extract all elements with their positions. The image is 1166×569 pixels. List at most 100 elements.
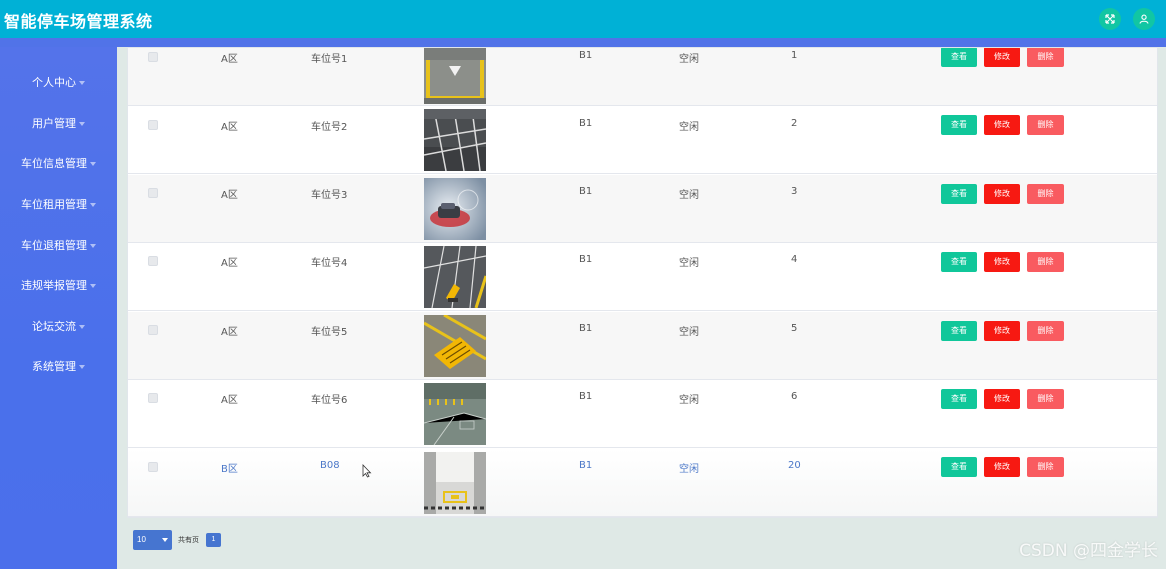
- row-checkbox[interactable]: [148, 325, 158, 335]
- status-cell: 空闲: [679, 258, 699, 269]
- spot-cell: 车位号6: [311, 395, 348, 406]
- edit-button[interactable]: 修改: [984, 184, 1020, 204]
- row-checkbox[interactable]: [148, 120, 158, 130]
- edit-button[interactable]: 修改: [984, 115, 1020, 135]
- chevron-down-icon: [90, 162, 96, 166]
- view-button[interactable]: 查看: [941, 252, 977, 272]
- area-cell: A区: [221, 258, 238, 269]
- row-checkbox[interactable]: [148, 188, 158, 198]
- table-row: A区 车位号1 B1 空闲 1 查看 修改 删除: [128, 48, 1157, 106]
- edit-button[interactable]: 修改: [984, 389, 1020, 409]
- row-checkbox[interactable]: [148, 256, 158, 266]
- sidebar: 个人中心 用户管理 车位信息管理 车位租用管理 车位退租管理 违规举报管理 论坛…: [0, 47, 117, 569]
- chevron-down-icon: [90, 244, 96, 248]
- status-cell: 空闲: [679, 190, 699, 201]
- floor-cell: B1: [579, 254, 593, 265]
- watermark: CSDN @四金学长: [1019, 541, 1158, 561]
- sidebar-item-spot-return[interactable]: 车位退租管理: [0, 237, 117, 253]
- page-number-current[interactable]: 1: [206, 533, 221, 547]
- sidebar-item-user-management[interactable]: 用户管理: [0, 115, 117, 131]
- number-cell: 6: [791, 391, 798, 402]
- number-cell: 5: [791, 323, 798, 334]
- view-button[interactable]: 查看: [941, 321, 977, 341]
- spot-image: [424, 109, 486, 171]
- edit-button[interactable]: 修改: [984, 48, 1020, 67]
- number-cell: 3: [791, 186, 798, 197]
- header-accent-line: [0, 38, 1166, 47]
- table-row: A区 车位号6 B1 空闲 6 查看 修改 删除: [128, 380, 1157, 448]
- delete-button[interactable]: 删除: [1027, 252, 1064, 272]
- spot-cell: 车位号3: [311, 190, 348, 201]
- chevron-down-icon: [90, 203, 96, 207]
- delete-button[interactable]: 删除: [1027, 184, 1064, 204]
- number-cell: 1: [791, 50, 798, 61]
- delete-button[interactable]: 删除: [1027, 48, 1064, 67]
- area-cell: A区: [221, 122, 238, 133]
- table-row: A区 车位号3 B1 空闲 3 查看 修改 删除: [128, 175, 1157, 243]
- table-row: B区 B08 B1 空闲 20 查看 修改 删除: [128, 449, 1157, 517]
- sidebar-item-label: 违规举报管理: [21, 279, 87, 292]
- sidebar-item-system[interactable]: 系统管理: [0, 358, 117, 374]
- chevron-down-icon: [162, 538, 168, 542]
- delete-button[interactable]: 删除: [1027, 389, 1064, 409]
- sidebar-item-personal-center[interactable]: 个人中心: [0, 74, 117, 90]
- spot-image: [424, 383, 486, 445]
- area-cell: A区: [221, 54, 238, 65]
- spot-cell: 车位号1: [311, 54, 348, 65]
- delete-button[interactable]: 删除: [1027, 457, 1064, 477]
- page-size-select[interactable]: 10: [133, 530, 172, 550]
- sidebar-item-label: 车位信息管理: [21, 157, 87, 170]
- sidebar-item-label: 个人中心: [32, 76, 76, 89]
- chevron-down-icon: [79, 325, 85, 329]
- area-cell: A区: [221, 190, 238, 201]
- edit-button[interactable]: 修改: [984, 252, 1020, 272]
- view-button[interactable]: 查看: [941, 48, 977, 67]
- data-table: A区 车位号1 B1 空闲 1 查看 修改 删除 A区 车位号2 B1 空闲 2…: [127, 47, 1158, 518]
- number-cell: 20: [788, 460, 801, 471]
- chevron-down-icon: [90, 284, 96, 288]
- spot-image: [424, 452, 486, 514]
- row-checkbox[interactable]: [148, 462, 158, 472]
- status-cell: 空闲: [679, 327, 699, 338]
- view-button[interactable]: 查看: [941, 389, 977, 409]
- sidebar-item-label: 论坛交流: [32, 320, 76, 333]
- view-button[interactable]: 查看: [941, 184, 977, 204]
- spot-image: [424, 48, 486, 104]
- user-icon[interactable]: [1133, 8, 1155, 30]
- edit-button[interactable]: 修改: [984, 321, 1020, 341]
- fullscreen-icon[interactable]: [1099, 8, 1121, 30]
- table-row: A区 车位号4 B1 空闲 4 查看 修改 删除: [128, 243, 1157, 311]
- spot-image: [424, 315, 486, 377]
- row-checkbox[interactable]: [148, 393, 158, 403]
- spot-cell: 车位号2: [311, 122, 348, 133]
- floor-cell: B1: [579, 323, 593, 334]
- edit-button[interactable]: 修改: [984, 457, 1020, 477]
- spot-cell: 车位号5: [311, 327, 348, 338]
- floor-cell: B1: [579, 460, 593, 471]
- number-cell: 4: [791, 254, 798, 265]
- delete-button[interactable]: 删除: [1027, 115, 1064, 135]
- sidebar-item-spot-rental[interactable]: 车位租用管理: [0, 196, 117, 212]
- view-button[interactable]: 查看: [941, 115, 977, 135]
- floor-cell: B1: [579, 118, 593, 129]
- sidebar-item-violation-report[interactable]: 违规举报管理: [0, 277, 117, 293]
- floor-cell: B1: [579, 391, 593, 402]
- top-bar: 智能停车场管理系统: [0, 0, 1166, 38]
- sidebar-item-label: 用户管理: [32, 117, 76, 130]
- status-cell: 空闲: [679, 54, 699, 65]
- view-button[interactable]: 查看: [941, 457, 977, 477]
- spot-cell: 车位号4: [311, 258, 348, 269]
- sidebar-item-spot-info[interactable]: 车位信息管理: [0, 155, 117, 171]
- chevron-down-icon: [79, 81, 85, 85]
- spot-image: [424, 178, 486, 240]
- sidebar-item-label: 系统管理: [32, 360, 76, 373]
- main-content: A区 车位号1 B1 空闲 1 查看 修改 删除 A区 车位号2 B1 空闲 2…: [117, 47, 1166, 569]
- total-pages-label: 共有页: [178, 537, 199, 544]
- floor-cell: B1: [579, 50, 593, 61]
- sidebar-item-forum[interactable]: 论坛交流: [0, 318, 117, 334]
- row-checkbox[interactable]: [148, 52, 158, 62]
- sidebar-item-label: 车位租用管理: [21, 198, 87, 211]
- delete-button[interactable]: 删除: [1027, 321, 1064, 341]
- sidebar-item-label: 车位退租管理: [21, 239, 87, 252]
- status-cell: 空闲: [679, 464, 699, 475]
